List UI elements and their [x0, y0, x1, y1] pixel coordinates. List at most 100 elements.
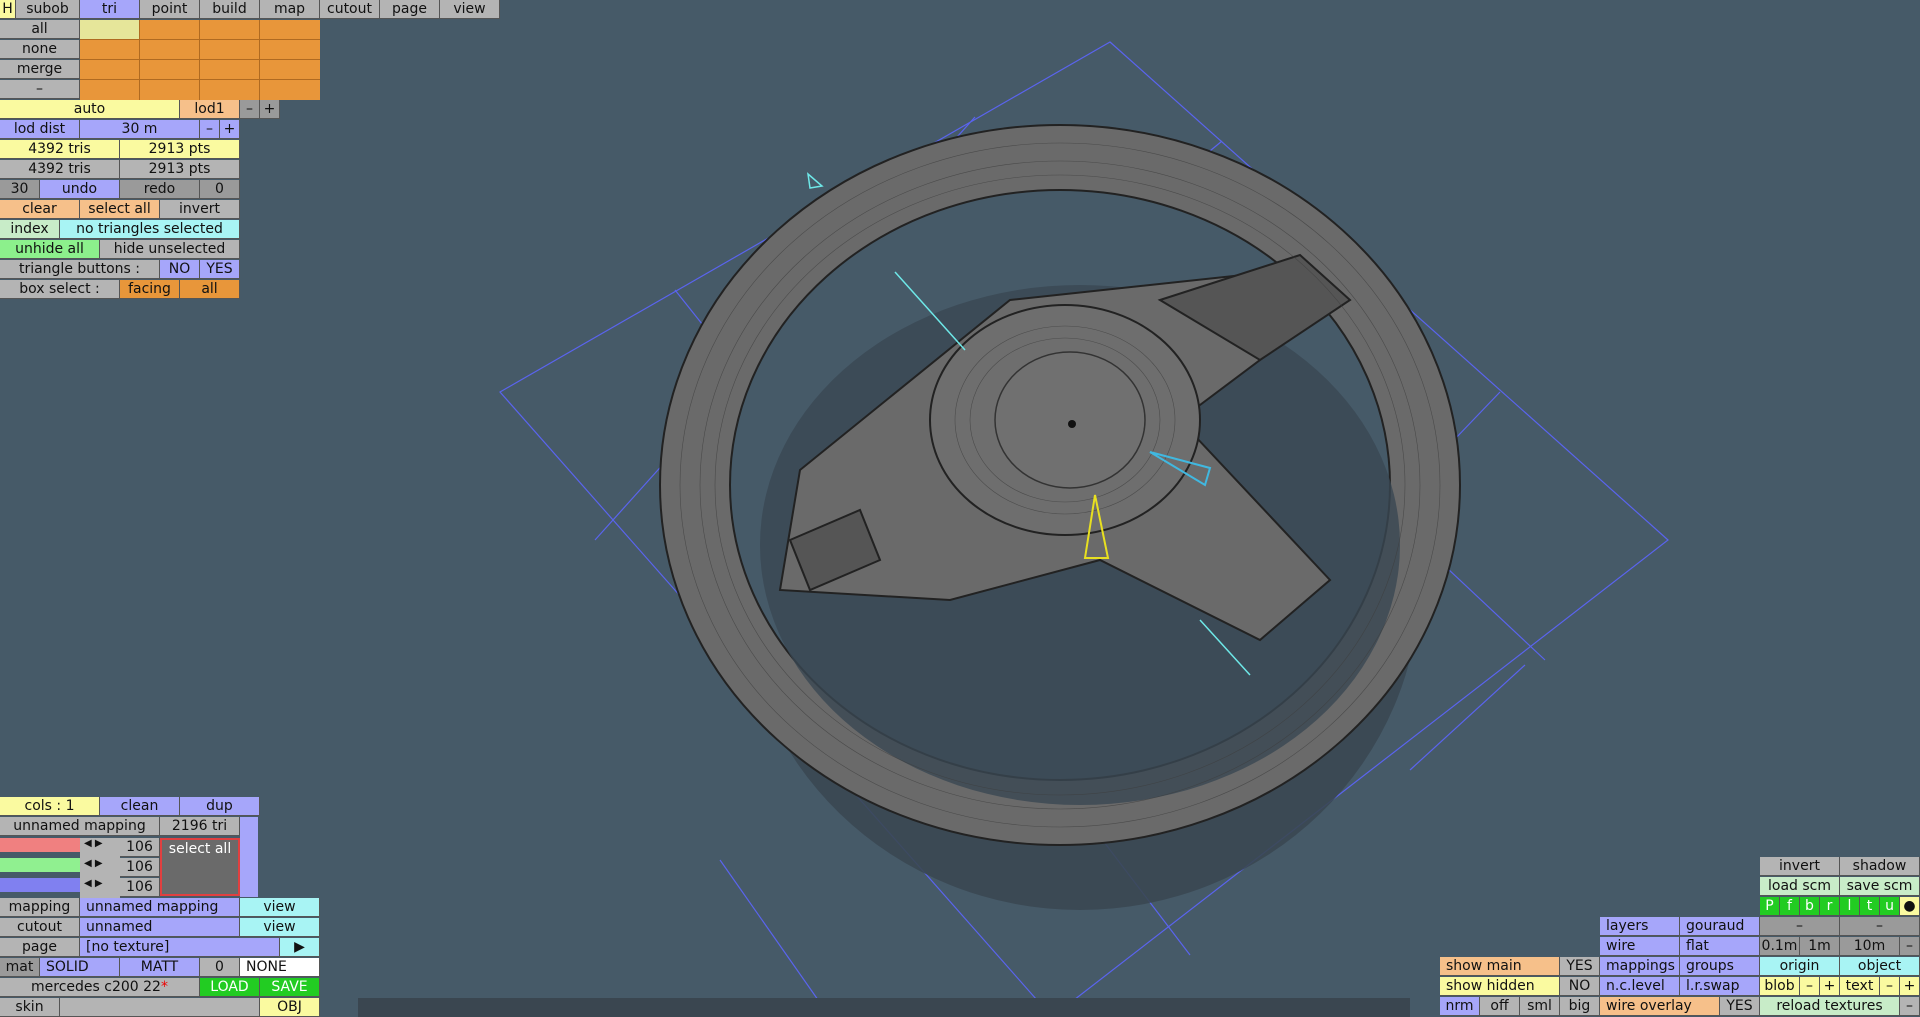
- scale-dash[interactable]: –: [1900, 937, 1920, 956]
- sel-merge-button[interactable]: merge: [0, 60, 80, 79]
- hide-unselected-button[interactable]: hide unselected: [100, 240, 240, 259]
- text-minus[interactable]: –: [1880, 977, 1900, 996]
- box-select-facing[interactable]: facing: [120, 280, 180, 299]
- nc-level-button[interactable]: n.c.level: [1600, 977, 1680, 996]
- skin-field[interactable]: [60, 998, 260, 1017]
- save-button[interactable]: SAVE: [260, 978, 320, 997]
- scale-01m[interactable]: 0.1m: [1760, 937, 1800, 956]
- origin-button[interactable]: origin: [1760, 957, 1840, 976]
- blob-plus[interactable]: +: [1820, 977, 1840, 996]
- cols-label[interactable]: cols : 1: [0, 797, 100, 816]
- mat-solid[interactable]: SOLID: [40, 958, 120, 977]
- view-u-button[interactable]: u: [1880, 897, 1900, 916]
- scale-10m[interactable]: 10m: [1840, 937, 1900, 956]
- mappings-button[interactable]: mappings: [1600, 957, 1680, 976]
- scale-1m[interactable]: 1m: [1800, 937, 1840, 956]
- timeline-bar[interactable]: [358, 998, 1410, 1017]
- dash-button-2[interactable]: –: [1840, 917, 1920, 936]
- blob-button[interactable]: blob: [1760, 977, 1800, 996]
- color-channels[interactable]: [0, 838, 80, 898]
- menu-view[interactable]: view: [440, 0, 500, 19]
- menu-page[interactable]: page: [380, 0, 440, 19]
- text-plus[interactable]: +: [1900, 977, 1920, 996]
- mapping-view-button[interactable]: view: [240, 898, 320, 917]
- view-b-button[interactable]: b: [1800, 897, 1820, 916]
- gouraud-button[interactable]: gouraud: [1680, 917, 1760, 936]
- menu-tri[interactable]: tri: [80, 0, 140, 19]
- view-l-button[interactable]: l: [1840, 897, 1860, 916]
- clear-button[interactable]: clear: [0, 200, 80, 219]
- invert-button[interactable]: invert: [160, 200, 240, 219]
- show-hidden-value[interactable]: NO: [1560, 977, 1600, 996]
- mat-matt[interactable]: MATT: [120, 958, 200, 977]
- lr-swap-button[interactable]: l.r.swap: [1680, 977, 1760, 996]
- dot-icon[interactable]: ●: [1900, 897, 1920, 916]
- lod-name[interactable]: lod1: [180, 100, 240, 119]
- view-f-button[interactable]: f: [1780, 897, 1800, 916]
- channel-arrows[interactable]: ◀ ▶ ◀ ▶ ◀ ▶: [80, 838, 120, 898]
- load-button[interactable]: LOAD: [200, 978, 260, 997]
- h-button[interactable]: H: [0, 0, 16, 19]
- view-p-button[interactable]: P: [1760, 897, 1780, 916]
- text-button[interactable]: text: [1840, 977, 1880, 996]
- show-hidden-label[interactable]: show hidden: [1440, 977, 1560, 996]
- select-all-button[interactable]: select all: [80, 200, 160, 219]
- lod-dist-plus[interactable]: +: [220, 120, 240, 139]
- big-button[interactable]: big: [1560, 997, 1600, 1016]
- groups-button[interactable]: groups: [1680, 957, 1760, 976]
- menu-cutout[interactable]: cutout: [320, 0, 380, 19]
- lod-minus-button[interactable]: –: [240, 100, 260, 119]
- load-scm-button[interactable]: load scm: [1760, 877, 1840, 896]
- sel-none-button[interactable]: none: [0, 40, 80, 59]
- show-main-label[interactable]: show main: [1440, 957, 1560, 976]
- shadow-button[interactable]: shadow: [1840, 857, 1920, 876]
- page-arrow-icon[interactable]: ▶: [280, 938, 320, 957]
- box-select-all[interactable]: all: [180, 280, 240, 299]
- wire-button[interactable]: wire: [1600, 937, 1680, 956]
- undo-button[interactable]: undo: [40, 180, 120, 199]
- reload-textures-button[interactable]: reload textures: [1760, 997, 1900, 1016]
- wire-overlay-value[interactable]: YES: [1720, 997, 1760, 1016]
- swatch-preview[interactable]: select all: [160, 838, 240, 896]
- menu-point[interactable]: point: [140, 0, 200, 19]
- show-main-value[interactable]: YES: [1560, 957, 1600, 976]
- sel-all-button[interactable]: all: [0, 20, 80, 39]
- menu-build[interactable]: build: [200, 0, 260, 19]
- object-button[interactable]: object: [1840, 957, 1920, 976]
- page-select[interactable]: [no texture]: [80, 938, 280, 957]
- cutout-view-button[interactable]: view: [240, 918, 320, 937]
- unhide-all-button[interactable]: unhide all: [0, 240, 100, 259]
- lod-plus-button[interactable]: +: [260, 100, 280, 119]
- view-r-button[interactable]: r: [1820, 897, 1840, 916]
- obj-button[interactable]: OBJ: [260, 998, 320, 1017]
- dash-button-1[interactable]: –: [1760, 917, 1840, 936]
- blob-minus[interactable]: –: [1800, 977, 1820, 996]
- swatch-select-all[interactable]: select all: [162, 840, 238, 858]
- selection-grid[interactable]: [80, 20, 320, 100]
- 3d-viewport[interactable]: [0, 0, 1920, 1017]
- redo-button[interactable]: redo: [120, 180, 200, 199]
- reload-dash[interactable]: –: [1900, 997, 1920, 1016]
- triangle-buttons-yes[interactable]: YES: [200, 260, 240, 279]
- flat-button[interactable]: flat: [1680, 937, 1760, 956]
- wire-overlay-label[interactable]: wire overlay: [1600, 997, 1720, 1016]
- cutout-select[interactable]: unnamed: [80, 918, 240, 937]
- triangle-buttons-no[interactable]: NO: [160, 260, 200, 279]
- index-button[interactable]: index: [0, 220, 60, 239]
- mat-none[interactable]: NONE: [240, 958, 320, 977]
- mat-number[interactable]: 0: [200, 958, 240, 977]
- nrm-button[interactable]: nrm: [1440, 997, 1480, 1016]
- save-scm-button[interactable]: save scm: [1840, 877, 1920, 896]
- mapping-select[interactable]: unnamed mapping: [80, 898, 240, 917]
- menu-subob[interactable]: subob: [16, 0, 80, 19]
- view-t-button[interactable]: t: [1860, 897, 1880, 916]
- sml-button[interactable]: sml: [1520, 997, 1560, 1016]
- sel-dash-button[interactable]: –: [0, 80, 80, 99]
- lod-dist-value[interactable]: 30 m: [80, 120, 200, 139]
- lod-auto-button[interactable]: auto: [0, 100, 180, 119]
- invert-view-button[interactable]: invert: [1760, 857, 1840, 876]
- menu-map[interactable]: map: [260, 0, 320, 19]
- lod-dist-minus[interactable]: –: [200, 120, 220, 139]
- mapping-scrollbar[interactable]: [240, 817, 258, 897]
- off-button[interactable]: off: [1480, 997, 1520, 1016]
